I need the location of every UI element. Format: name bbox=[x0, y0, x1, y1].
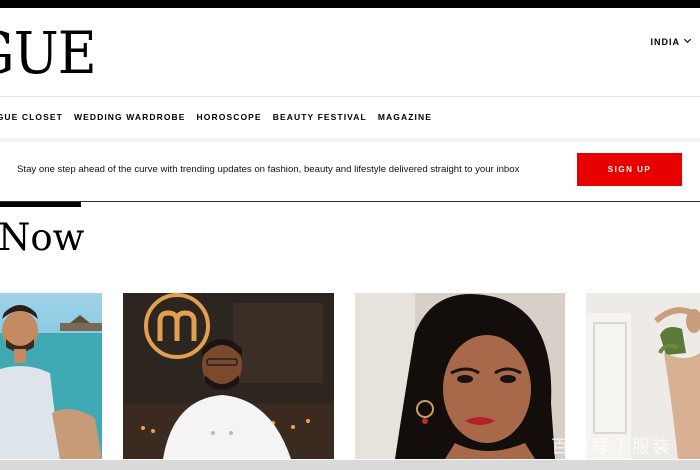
vogue-logo[interactable]: GUE bbox=[0, 24, 97, 82]
chevron-down-icon bbox=[683, 36, 692, 47]
article-card-1[interactable] bbox=[0, 293, 102, 459]
nav-item-wedding-wardrobe[interactable]: WEDDING WARDROBE bbox=[74, 112, 186, 122]
section-title: Now bbox=[0, 216, 85, 259]
nav-item-vogue-closet[interactable]: OGUE CLOSET bbox=[0, 112, 63, 122]
man-at-beach-photo bbox=[0, 293, 102, 459]
region-selector[interactable]: INDIA bbox=[651, 36, 693, 47]
sign-up-button[interactable]: SIGN UP bbox=[577, 153, 682, 186]
nav-item-horoscope[interactable]: HOROSCOPE bbox=[197, 112, 262, 122]
article-card-2[interactable] bbox=[123, 293, 334, 459]
region-label: INDIA bbox=[650, 36, 680, 47]
newsletter-banner: Stay one step ahead of the curve with tr… bbox=[0, 142, 700, 202]
chef-masterchef-photo bbox=[123, 293, 334, 459]
section-accent-bar bbox=[0, 202, 81, 207]
watermark-text: 百家号 / 服装 bbox=[551, 437, 673, 457]
bottom-scroll-bar bbox=[0, 460, 700, 470]
newsletter-message: Stay one step ahead of the curve with tr… bbox=[17, 164, 520, 175]
main-nav: OGUE CLOSET WEDDING WARDROBE HOROSCOPE B… bbox=[0, 96, 700, 138]
nav-item-beauty-festival[interactable]: BEAUTY FESTIVAL bbox=[273, 112, 367, 122]
article-card-3[interactable] bbox=[355, 293, 565, 459]
top-black-bar bbox=[0, 0, 700, 8]
nav-item-magazine[interactable]: MAGAZINE bbox=[378, 112, 432, 122]
woman-portrait-photo bbox=[355, 293, 565, 459]
site-header: GUE INDIA bbox=[0, 8, 700, 96]
